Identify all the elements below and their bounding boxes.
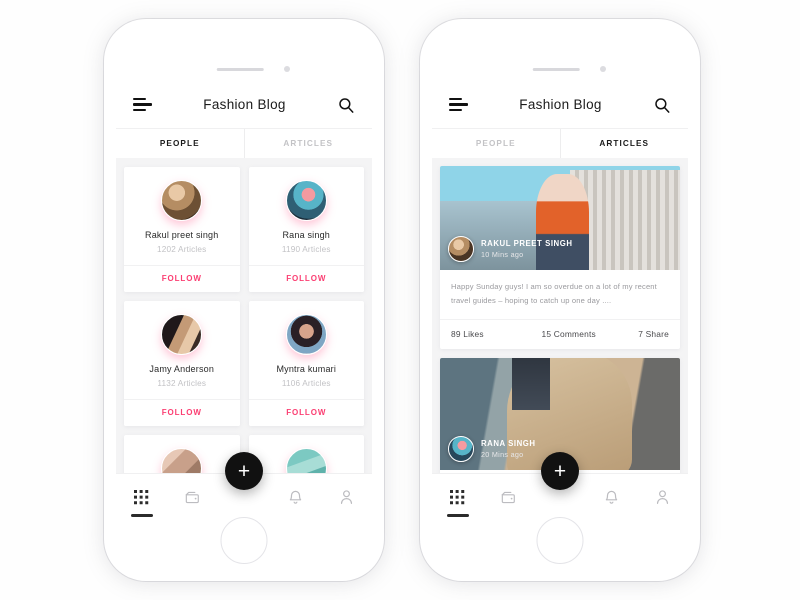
- article-author: RANA SINGH: [481, 439, 536, 449]
- article-author-overlay: RANA SINGH 20 Mins ago: [448, 436, 536, 463]
- person-name: Jamy Anderson: [149, 364, 215, 374]
- phone-speaker: [216, 68, 264, 71]
- screen-people: Fashion Blog PEOPLE ARTICLES Rakul preet…: [116, 81, 372, 520]
- search-icon[interactable]: [653, 96, 671, 114]
- person-name: Rakul preet singh: [145, 230, 219, 240]
- nav-item-wallet[interactable]: [167, 474, 218, 520]
- shares-count[interactable]: 7 Share: [612, 329, 669, 339]
- home-button[interactable]: [536, 517, 584, 564]
- tab-people[interactable]: PEOPLE: [432, 129, 560, 158]
- article-author-block: RANA SINGH 20 Mins ago: [481, 439, 536, 459]
- app-bar: Fashion Blog: [116, 81, 372, 128]
- wallet-icon: [502, 491, 516, 503]
- avatar: [285, 314, 327, 355]
- person-icon: [656, 490, 668, 504]
- person-article-count: 1202 Articles: [157, 245, 207, 254]
- avatar: [448, 436, 474, 463]
- person-card[interactable]: Rana singh 1190 Articles FOLLOW: [248, 167, 365, 292]
- bottom-nav-right: +: [432, 452, 688, 520]
- comments-count[interactable]: 15 Comments: [525, 329, 612, 339]
- phone-camera: [284, 66, 290, 72]
- avatar-ring: [285, 180, 327, 221]
- bell-icon: [605, 490, 617, 504]
- article-timestamp: 10 Mins ago: [481, 250, 524, 259]
- tab-bar-left: PEOPLE ARTICLES: [116, 128, 372, 158]
- article-card[interactable]: RAKUL PREET SINGH 10 Mins ago Happy Sund…: [440, 166, 680, 350]
- article-author-overlay: RAKUL PREET SINGH 10 Mins ago: [448, 236, 573, 262]
- person-article-count: 1132 Articles: [157, 379, 207, 388]
- article-stats: 89 Likes 15 Comments 7 Share: [440, 320, 680, 349]
- avatar: [285, 180, 327, 221]
- follow-button[interactable]: FOLLOW: [124, 399, 240, 426]
- add-button[interactable]: +: [541, 452, 579, 490]
- add-button[interactable]: +: [225, 452, 263, 490]
- grid-icon: [450, 489, 465, 504]
- person-card[interactable]: Rakul preet singh 1202 Articles FOLLOW: [124, 167, 240, 292]
- home-button[interactable]: [220, 517, 268, 564]
- nav-item-profile[interactable]: [321, 474, 372, 520]
- tab-articles[interactable]: ARTICLES: [243, 129, 372, 158]
- avatar: [161, 314, 203, 355]
- person-card-body: Jamy Anderson 1132 Articles: [124, 301, 240, 399]
- person-name: Rana singh: [282, 230, 331, 240]
- mockup-stage: Fashion Blog PEOPLE ARTICLES Rakul preet…: [0, 0, 800, 600]
- person-card-body: Rana singh 1190 Articles: [249, 167, 365, 265]
- hamburger-icon[interactable]: [133, 97, 152, 112]
- avatar-ring: [161, 180, 203, 221]
- article-timestamp: 20 Mins ago: [481, 450, 524, 460]
- likes-count[interactable]: 89 Likes: [451, 329, 525, 339]
- follow-button[interactable]: FOLLOW: [248, 265, 364, 292]
- follow-button[interactable]: FOLLOW: [248, 399, 364, 426]
- avatar-ring: [161, 314, 203, 355]
- person-article-count: 1190 Articles: [281, 245, 331, 254]
- person-article-count: 1106 Articles: [281, 379, 331, 388]
- nav-item-bell[interactable]: [270, 474, 321, 520]
- follow-button[interactable]: FOLLOW: [124, 265, 240, 292]
- tab-articles[interactable]: ARTICLES: [559, 129, 688, 158]
- wallet-icon: [186, 491, 200, 503]
- nav-item-wallet[interactable]: [483, 474, 534, 520]
- avatar: [448, 236, 474, 262]
- nav-item-bell[interactable]: [586, 474, 637, 520]
- person-card[interactable]: Myntra kumari 1106 Articles FOLLOW: [248, 301, 365, 426]
- avatar: [161, 180, 203, 221]
- screen-articles: Fashion Blog PEOPLE ARTICLES RAKUL PREET…: [432, 81, 688, 520]
- avatar-ring: [285, 314, 327, 355]
- bottom-nav-left: +: [116, 452, 372, 520]
- nav-active-indicator: [446, 514, 469, 517]
- app-bar: Fashion Blog: [432, 81, 688, 128]
- nav-item-grid[interactable]: [432, 474, 483, 520]
- phone-left: Fashion Blog PEOPLE ARTICLES Rakul preet…: [104, 19, 384, 581]
- tab-bar-right: PEOPLE ARTICLES: [432, 128, 688, 158]
- person-card-body: Myntra kumari 1106 Articles: [249, 301, 365, 399]
- hamburger-icon[interactable]: [449, 97, 468, 112]
- bell-icon: [289, 490, 301, 504]
- article-author-block: RAKUL PREET SINGH 10 Mins ago: [481, 239, 573, 259]
- person-card-body: Rakul preet singh 1202 Articles: [124, 167, 240, 265]
- nav-item-profile[interactable]: [637, 474, 688, 520]
- person-icon: [340, 490, 352, 504]
- phone-right: Fashion Blog PEOPLE ARTICLES RAKUL PREET…: [420, 19, 700, 581]
- article-author: RAKUL PREET SINGH: [481, 239, 573, 248]
- article-caption: Happy Sunday guys! I am so overdue on a …: [440, 270, 680, 321]
- phone-speaker: [532, 68, 580, 71]
- phone-camera: [600, 66, 606, 72]
- person-card[interactable]: Jamy Anderson 1132 Articles FOLLOW: [124, 301, 240, 426]
- person-name: Myntra kumari: [276, 364, 337, 374]
- grid-icon: [134, 489, 149, 504]
- article-hero: RAKUL PREET SINGH 10 Mins ago: [440, 166, 680, 270]
- page-title: Fashion Blog: [203, 97, 286, 112]
- nav-active-indicator: [130, 514, 153, 517]
- page-title: Fashion Blog: [519, 97, 602, 112]
- nav-item-grid[interactable]: [116, 474, 167, 520]
- tab-people[interactable]: PEOPLE: [116, 129, 244, 158]
- search-icon[interactable]: [337, 96, 355, 114]
